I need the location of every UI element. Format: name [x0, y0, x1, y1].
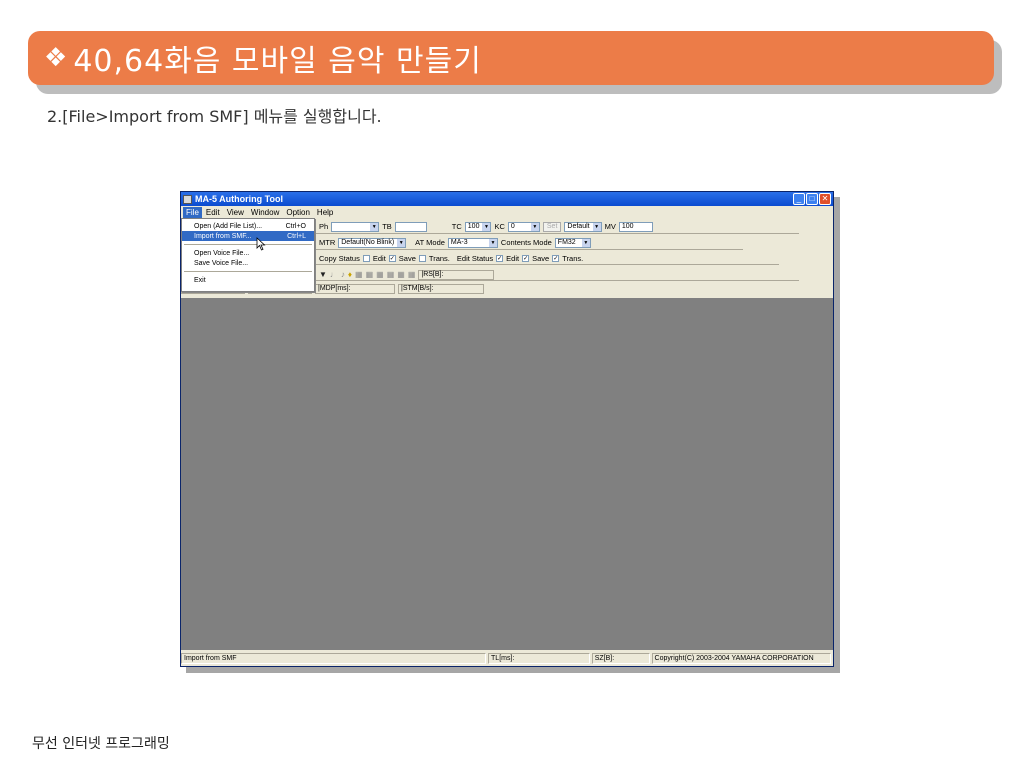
- grid-icon[interactable]: ▦: [408, 270, 416, 279]
- kc-label: KC: [494, 222, 505, 231]
- note-icon[interactable]: ♩: [330, 270, 338, 279]
- status-save-label: Save: [532, 254, 550, 263]
- slide-title-bar: ❖ 40,64화음 모바일 음악 만들기: [28, 31, 994, 85]
- kc-select[interactable]: 0 ▼: [507, 221, 540, 232]
- tb-label: TB: [382, 222, 392, 231]
- close-button[interactable]: ✕: [819, 193, 831, 205]
- contents-mode-label: Contents Mode: [500, 238, 552, 247]
- menu-file[interactable]: File: [183, 206, 202, 218]
- chevron-down-icon: ▼: [482, 222, 491, 231]
- menu-item-exit[interactable]: Exit: [182, 275, 314, 285]
- file-menu-dropdown: Open (Add File List)... Ctrl+O Import fro…: [181, 218, 315, 292]
- chevron-down-icon: ▼: [397, 238, 406, 247]
- status-edit-checkbox[interactable]: ✓: [496, 255, 504, 262]
- copy-status-label: Copy Status: [319, 254, 360, 263]
- menu-help[interactable]: Help: [314, 207, 336, 218]
- hint-icon[interactable]: ♦: [348, 270, 352, 279]
- menu-window[interactable]: Window: [248, 207, 282, 218]
- copy-trans-checkbox[interactable]: [418, 255, 426, 262]
- window-titlebar[interactable]: MA-5 Authoring Tool _ □ ✕: [181, 192, 833, 206]
- status-edit-label: Edit: [506, 254, 520, 263]
- slide-subtitle: 2.[File>Import from SMF] 메뉴를 실행합니다.: [47, 107, 382, 126]
- rs-field: |RS[B]:: [418, 269, 495, 280]
- copy-save-checkbox[interactable]: ✓: [388, 255, 396, 262]
- status-message: Import from SMF: [181, 652, 487, 664]
- set-button[interactable]: Set: [542, 221, 562, 232]
- tc-label: TC: [451, 222, 462, 231]
- diamond-bullet-icon: ❖: [44, 43, 68, 73]
- play-icon[interactable]: ▼: [319, 270, 327, 279]
- copy-save-label: Save: [398, 254, 416, 263]
- menu-item-open-voice-file[interactable]: Open Voice File...: [182, 248, 314, 258]
- grid-icon[interactable]: ▦: [376, 270, 384, 279]
- edit-status-label: Edit Status: [456, 254, 494, 263]
- grid-icon[interactable]: ▦: [366, 270, 374, 279]
- slide-footer: 무선 인터넷 프로그래밍: [32, 736, 170, 752]
- menu-bar: File Edit View Window Option Help: [181, 206, 833, 218]
- tool-icons: ▼ ♩ ♪ ♦ ▦ ▦ ▦ ▦ ▦ ▦: [319, 270, 415, 279]
- tc-select[interactable]: 100 ▼: [464, 221, 492, 232]
- grid-icon[interactable]: ▦: [387, 270, 395, 279]
- window-title: MA-5 Authoring Tool: [195, 194, 283, 204]
- menu-item-open[interactable]: Open (Add File List)... Ctrl+O: [182, 221, 314, 231]
- maximize-button[interactable]: □: [806, 193, 818, 205]
- mv-label: MV: [604, 222, 616, 231]
- menu-view[interactable]: View: [224, 207, 247, 218]
- status-bar: Import from SMF TL[ms]: SZ[B]: Copyright…: [181, 650, 833, 666]
- grid-icon[interactable]: ▦: [355, 270, 363, 279]
- at-mode-select[interactable]: MA-3 ▼: [447, 237, 498, 248]
- app-icon: [183, 194, 192, 204]
- status-save-checkbox[interactable]: ✓: [522, 255, 530, 262]
- default-select[interactable]: Default ▼: [564, 221, 602, 232]
- status-trans-label: Trans.: [562, 254, 584, 263]
- mdp-field: |MDP[ms]:: [315, 283, 395, 294]
- menu-edit[interactable]: Edit: [203, 207, 223, 218]
- at-mode-label: AT Mode: [415, 238, 445, 247]
- ph-select[interactable]: ▼: [331, 221, 380, 232]
- note-icon[interactable]: ♪: [341, 270, 345, 279]
- menu-item-import-from-smf[interactable]: Import from SMF... Ctrl+L: [182, 231, 314, 241]
- status-sz: SZ[B]:: [591, 652, 650, 664]
- status-trans-checkbox[interactable]: ✓: [552, 255, 560, 262]
- mtr-label: MTR: [319, 238, 336, 247]
- tb-field[interactable]: [394, 221, 427, 232]
- copy-edit-checkbox[interactable]: [362, 255, 370, 262]
- grid-icon[interactable]: ▦: [397, 270, 405, 279]
- mtr-select[interactable]: Default(No Blink) ▼: [338, 237, 407, 248]
- chevron-down-icon: ▼: [592, 222, 601, 231]
- ph-label: Ph: [319, 222, 329, 231]
- status-copyright: Copyright(C) 2003-2004 YAMAHA CORPORATIO…: [651, 652, 831, 664]
- status-tl: TL[ms]:: [488, 652, 590, 664]
- contents-mode-select[interactable]: FM32 ▼: [554, 237, 591, 248]
- chevron-down-icon: ▼: [581, 238, 590, 247]
- chevron-down-icon: ▼: [530, 222, 539, 231]
- menu-item-save-voice-file[interactable]: Save Voice File...: [182, 258, 314, 268]
- chevron-down-icon: ▼: [370, 222, 379, 231]
- mv-stepper[interactable]: 100: [618, 221, 653, 232]
- mdi-client-area[interactable]: [181, 298, 833, 650]
- chevron-down-icon: ▼: [488, 238, 497, 247]
- toolbar-divider: [315, 249, 743, 250]
- menu-option[interactable]: Option: [283, 207, 313, 218]
- mouse-cursor-icon: [256, 237, 266, 251]
- stm-field: |STM[B/s]:: [398, 283, 484, 294]
- menu-separator: [184, 244, 312, 245]
- copy-trans-label: Trans.: [428, 254, 450, 263]
- menu-separator: [184, 271, 312, 272]
- toolbar-divider: [315, 233, 799, 234]
- copy-edit-label: Edit: [372, 254, 386, 263]
- app-window: MA-5 Authoring Tool _ □ ✕ File Edit View…: [180, 191, 834, 667]
- minimize-button[interactable]: _: [793, 193, 805, 205]
- slide-title: 40,64화음 모바일 음악 만들기: [73, 44, 482, 79]
